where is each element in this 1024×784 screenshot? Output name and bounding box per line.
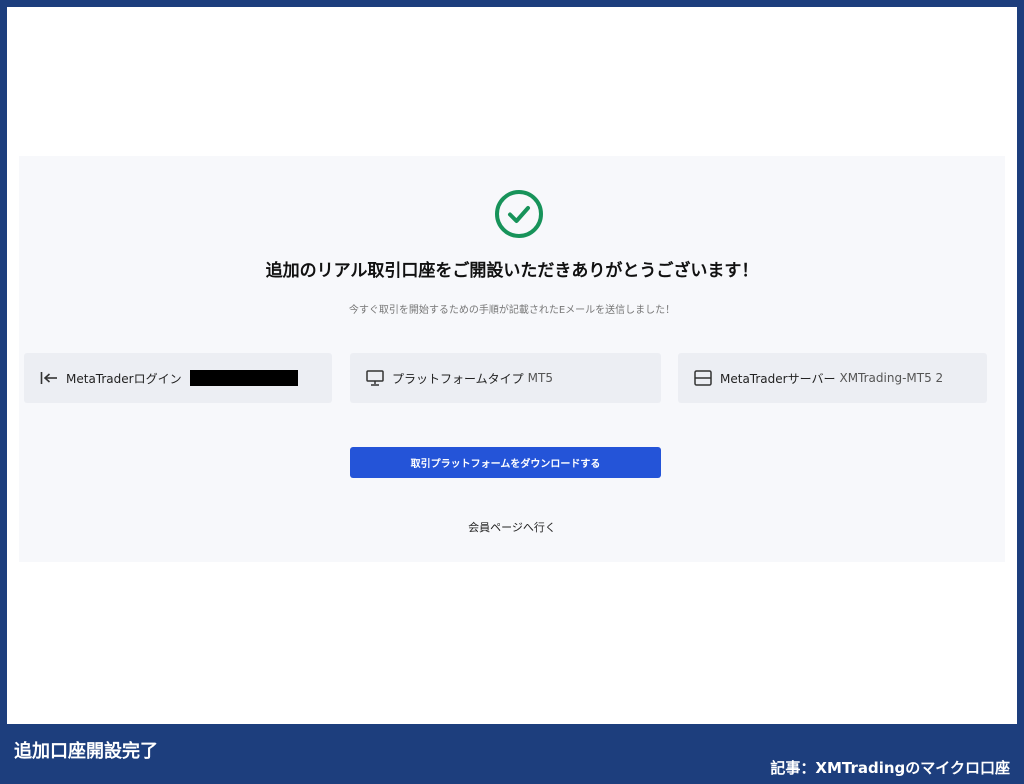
success-check-icon xyxy=(495,190,543,238)
server-value: XMTrading-MT5 2 xyxy=(839,371,944,385)
login-card: MetaTraderログイン xyxy=(24,353,332,403)
caption-article-credit: 記事：XMTradingのマイクロ口座 xyxy=(770,759,1010,777)
server-card: MetaTraderサーバー XMTrading-MT5 2 xyxy=(678,353,987,403)
confirmation-panel: 追加のリアル取引口座をご開設いただきありがとうございます！ 今すぐ取引を開始する… xyxy=(19,156,1005,562)
platform-type-card: プラットフォームタイプ MT5 xyxy=(350,353,661,403)
monitor-icon xyxy=(366,370,384,386)
caption-title: 追加口座開設完了 xyxy=(14,741,158,762)
login-label: MetaTraderログイン xyxy=(66,371,182,386)
server-label: MetaTraderサーバー xyxy=(720,371,836,386)
platform-type-label: プラットフォームタイプ xyxy=(392,371,524,386)
redacted-login-number xyxy=(189,370,298,386)
server-icon xyxy=(694,370,712,386)
screenshot-frame: 追加のリアル取引口座をご開設いただきありがとうございます！ 今すぐ取引を開始する… xyxy=(7,7,1017,724)
platform-type-value: MT5 xyxy=(527,371,553,385)
email-sent-notice: 今すぐ取引を開始するための手順が記載されたEメールを送信しました！ xyxy=(348,305,676,316)
login-arrow-icon xyxy=(40,371,58,385)
confirmation-headline: 追加のリアル取引口座をご開設いただきありがとうございます！ xyxy=(265,261,759,281)
download-platform-button[interactable]: 取引プラットフォームをダウンロードする xyxy=(350,447,661,478)
member-page-link[interactable]: 会員ページへ行く xyxy=(19,519,1005,535)
